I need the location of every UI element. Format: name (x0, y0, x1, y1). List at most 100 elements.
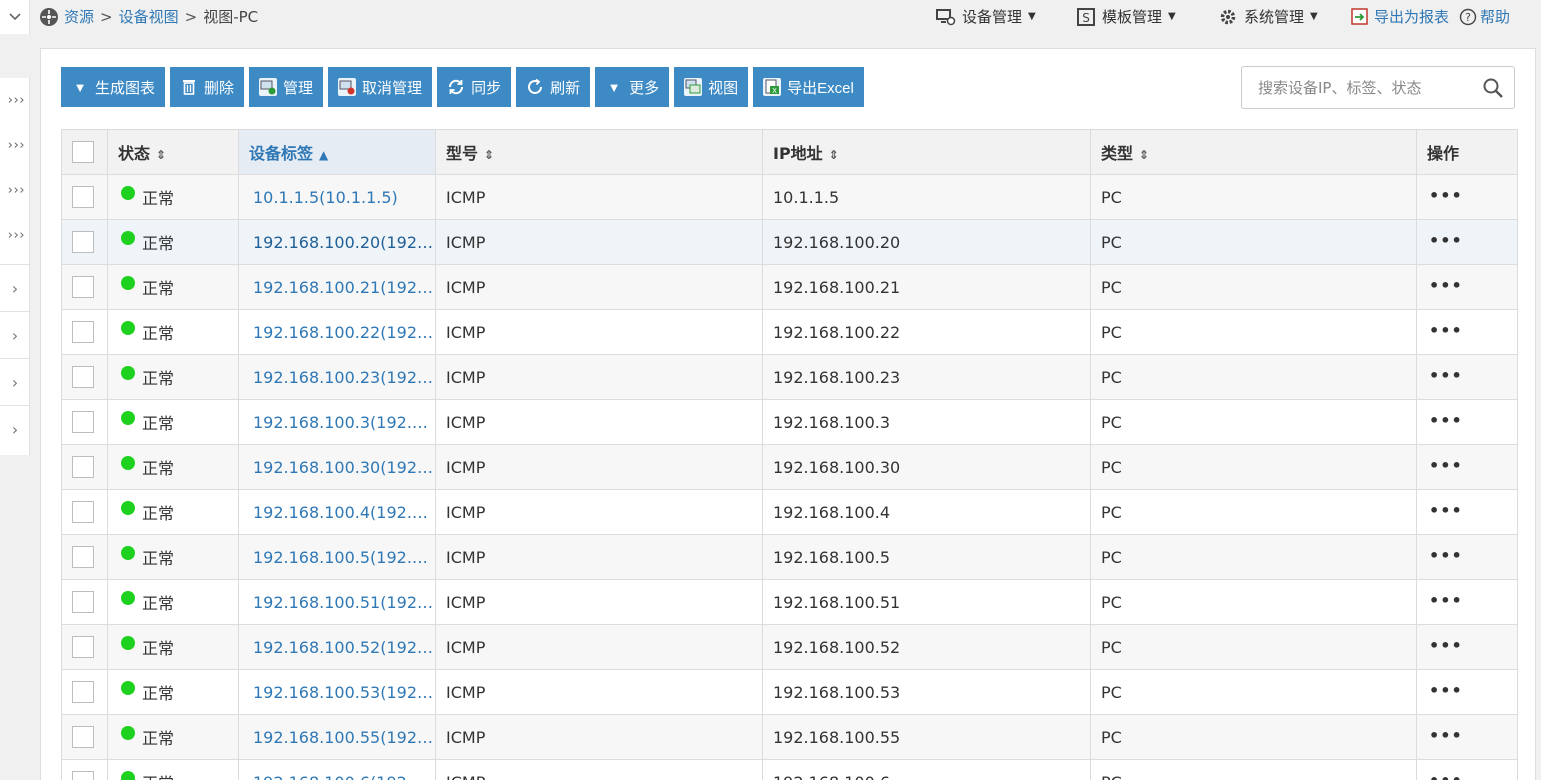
device-label-link[interactable]: 192.168.100.3(192.168.100.3) (238, 399, 436, 445)
more-actions-icon[interactable]: ••• (1427, 321, 1463, 340)
device-label-link[interactable]: 192.168.100.52(192.168.100.52) (238, 624, 436, 670)
device-label-link[interactable]: 192.168.100.51(192.168.100.51) (238, 579, 436, 625)
table-row[interactable]: 正常 192.168.100.30(192.168.100.30)ICMP192.… (61, 444, 1518, 490)
row-checkbox[interactable] (72, 546, 94, 568)
more-actions-icon[interactable]: ••• (1427, 276, 1463, 295)
more-actions-icon[interactable]: ••• (1427, 456, 1463, 475)
row-checkbox[interactable] (72, 636, 94, 658)
row-checkbox[interactable] (72, 591, 94, 613)
refresh-button[interactable]: 刷新 (516, 67, 591, 107)
more-actions-icon[interactable]: ••• (1427, 726, 1463, 745)
status-cell: 正常 (107, 399, 239, 445)
more-actions-icon[interactable]: ••• (1427, 546, 1463, 565)
type-cell: PC (1090, 759, 1417, 780)
chevron-right-icon[interactable]: › (0, 264, 30, 311)
table-row[interactable]: 正常 192.168.100.23(192.168.100.23)ICMP192.… (61, 354, 1518, 400)
generate-chart-button[interactable]: ▼ 生成图表 (61, 67, 166, 107)
model-column-header[interactable]: 型号 ⇕ (435, 129, 763, 175)
status-ok-icon (121, 636, 135, 650)
chevron-right-icon[interactable]: › (0, 358, 30, 405)
table-row[interactable]: 正常 192.168.100.4(192.168.100.4)ICMP192.16… (61, 489, 1518, 535)
row-checkbox[interactable] (72, 501, 94, 523)
table-row[interactable]: 正常 192.168.100.55(192.168.100.55)ICMP192.… (61, 714, 1518, 760)
row-checkbox[interactable] (72, 276, 94, 298)
device-management-menu[interactable]: 设备管理 ▼ (936, 6, 1036, 27)
breadcrumb-resources[interactable]: 资源 (64, 6, 94, 27)
sync-button[interactable]: 同步 (437, 67, 512, 107)
breadcrumb-device-view[interactable]: 设备视图 (119, 6, 179, 27)
row-checkbox[interactable] (72, 681, 94, 703)
table-row[interactable]: 正常 192.168.100.6(192.168.100.6)ICMP192.16… (61, 759, 1518, 780)
more-actions-icon[interactable]: ••• (1427, 501, 1463, 520)
status-text: 正常 (142, 234, 175, 253)
device-label-link[interactable]: 192.168.100.30(192.168.100.30) (238, 444, 436, 490)
manage-button[interactable]: 管理 (249, 67, 324, 107)
row-checkbox[interactable] (72, 726, 94, 748)
view-button[interactable]: 视图 (674, 67, 749, 107)
device-label-link[interactable]: 192.168.100.22(192.168.100.22) (238, 309, 436, 355)
more-actions-icon[interactable]: ••• (1427, 771, 1463, 780)
ops-cell: ••• (1416, 579, 1518, 625)
more-actions-icon[interactable]: ••• (1427, 591, 1463, 610)
export-excel-button[interactable]: X 导出Excel (753, 67, 864, 107)
table-row[interactable]: 正常 192.168.100.5(192.168.100.5)ICMP192.16… (61, 534, 1518, 580)
table-row[interactable]: 正常 192.168.100.53(192.168.100.53)ICMP192.… (61, 669, 1518, 715)
more-button[interactable]: ▼ 更多 (595, 67, 670, 107)
delete-label: 删除 (204, 79, 235, 97)
expand-arrows-icon[interactable]: ››› (0, 78, 30, 122)
search-input[interactable] (1258, 78, 1473, 97)
device-label-link[interactable]: 192.168.100.21(192.168.100.21) (238, 264, 436, 310)
select-all-checkbox[interactable] (72, 141, 94, 163)
table-row[interactable]: 正常 192.168.100.20(192.168.100.20)ICMP192.… (61, 219, 1518, 265)
device-label-link[interactable]: 192.168.100.20(192.168.100.20) (238, 219, 436, 265)
more-actions-icon[interactable]: ••• (1427, 681, 1463, 700)
more-actions-icon[interactable]: ••• (1427, 231, 1463, 250)
template-management-menu[interactable]: S 模板管理 ▼ (1076, 6, 1176, 27)
device-label-link[interactable]: 192.168.100.23(192.168.100.23) (238, 354, 436, 400)
device-label-link[interactable]: 192.168.100.53(192.168.100.53) (238, 669, 436, 715)
table-row[interactable]: 正常 192.168.100.51(192.168.100.51)ICMP192.… (61, 579, 1518, 625)
row-checkbox[interactable] (72, 186, 94, 208)
search-icon[interactable] (1482, 77, 1504, 99)
expand-arrows-icon[interactable]: ››› (0, 168, 30, 212)
device-label-link[interactable]: 192.168.100.4(192.168.100.4) (238, 489, 436, 535)
table-row[interactable]: 正常 192.168.100.3(192.168.100.3)ICMP192.16… (61, 399, 1518, 445)
type-cell: PC (1090, 444, 1417, 490)
table-row[interactable]: 正常 192.168.100.52(192.168.100.52)ICMP192.… (61, 624, 1518, 670)
table-row[interactable]: 正常 192.168.100.22(192.168.100.22)ICMP192.… (61, 309, 1518, 355)
ip-column-header[interactable]: IP地址 ⇕ (762, 129, 1091, 175)
row-checkbox-cell (61, 264, 108, 310)
delete-button[interactable]: 删除 (170, 67, 245, 107)
row-checkbox[interactable] (72, 771, 94, 780)
row-checkbox[interactable] (72, 411, 94, 433)
more-actions-icon[interactable]: ••• (1427, 366, 1463, 385)
row-checkbox[interactable] (72, 456, 94, 478)
type-column-header[interactable]: 类型 ⇕ (1090, 129, 1417, 175)
table-row[interactable]: 正常 10.1.1.5(10.1.1.5) ICMP 10.1.1.5 PC ••• (61, 174, 1518, 220)
more-actions-icon[interactable]: ••• (1427, 186, 1463, 205)
chevron-right-icon[interactable]: › (0, 405, 30, 452)
chevron-down-icon[interactable] (0, 0, 30, 34)
device-label-link[interactable]: 192.168.100.6(192.168.100.6) (238, 759, 436, 780)
device-label-link[interactable]: 192.168.100.55(192.168.100.55) (238, 714, 436, 760)
row-checkbox[interactable] (72, 231, 94, 253)
table-row[interactable]: 正常 192.168.100.21(192.168.100.21)ICMP192.… (61, 264, 1518, 310)
row-checkbox[interactable] (72, 366, 94, 388)
expand-arrows-icon[interactable]: ››› (0, 123, 30, 167)
more-actions-icon[interactable]: ••• (1427, 636, 1463, 655)
row-checkbox[interactable] (72, 321, 94, 343)
unmanage-button[interactable]: 取消管理 (328, 67, 433, 107)
help-link[interactable]: ? 帮助 (1458, 6, 1510, 27)
status-column-header[interactable]: 状态 ⇕ (107, 129, 239, 175)
svg-text:S: S (1082, 11, 1090, 25)
expand-arrows-icon[interactable]: ››› (0, 213, 30, 257)
device-label-link[interactable]: 10.1.1.5(10.1.1.5) (238, 174, 436, 220)
more-actions-icon[interactable]: ••• (1427, 411, 1463, 430)
chevron-right-icon[interactable]: › (0, 311, 30, 358)
device-label-link[interactable]: 192.168.100.5(192.168.100.5) (238, 534, 436, 580)
status-header-label: 状态 (118, 144, 151, 163)
row-checkbox-cell (61, 399, 108, 445)
label-column-header[interactable]: 设备标签 ▲ (238, 129, 436, 175)
export-report-link[interactable]: 导出为报表 (1350, 6, 1449, 27)
system-management-menu[interactable]: 系统管理 ▼ (1218, 6, 1318, 27)
